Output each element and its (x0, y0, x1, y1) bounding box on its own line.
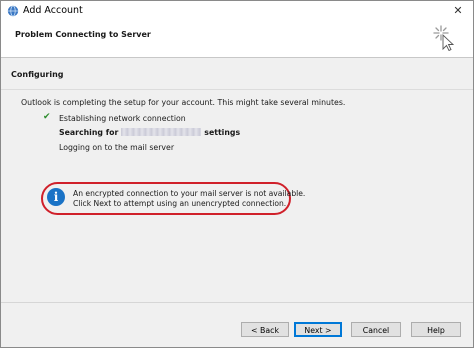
close-icon: ✕ (453, 4, 463, 17)
setup-description: Outlook is completing the setup for your… (21, 98, 346, 107)
step-logging-on: Logging on to the mail server (59, 143, 175, 152)
step-network-connection: Establishing network connection (59, 114, 186, 123)
info-icon: i (47, 188, 65, 206)
searching-sparkle-icon (433, 25, 455, 51)
section-title: Configuring (11, 70, 64, 79)
window-title: Add Account (23, 5, 83, 16)
help-button[interactable]: Help (411, 322, 461, 337)
close-button[interactable]: ✕ (443, 1, 473, 21)
step-searching-suffix: settings (204, 128, 241, 137)
back-button[interactable]: < Back (241, 322, 289, 337)
section-divider (1, 89, 473, 90)
step-searching-settings: Searching for settings (59, 128, 240, 137)
redacted-email (121, 128, 202, 136)
outlook-globe-icon (7, 5, 19, 17)
next-button[interactable]: Next > (294, 322, 342, 337)
configuring-panel: Configuring Outlook is completing the se… (1, 58, 473, 302)
info-message-line2: Click Next to attempt using an unencrypt… (73, 199, 287, 208)
dialog-header: Problem Connecting to Server (1, 21, 473, 57)
info-message-line1: An encrypted connection to your mail ser… (73, 189, 306, 198)
header-title: Problem Connecting to Server (15, 30, 151, 39)
button-bar: < Back Next > Cancel Help (1, 303, 473, 347)
step-searching-prefix: Searching for (59, 128, 119, 137)
title-bar: Add Account ✕ (1, 1, 473, 21)
checkmark-icon: ✔ (43, 112, 51, 122)
cancel-button[interactable]: Cancel (351, 322, 401, 337)
add-account-dialog: Add Account ✕ Problem Connecting to Serv… (0, 0, 474, 348)
